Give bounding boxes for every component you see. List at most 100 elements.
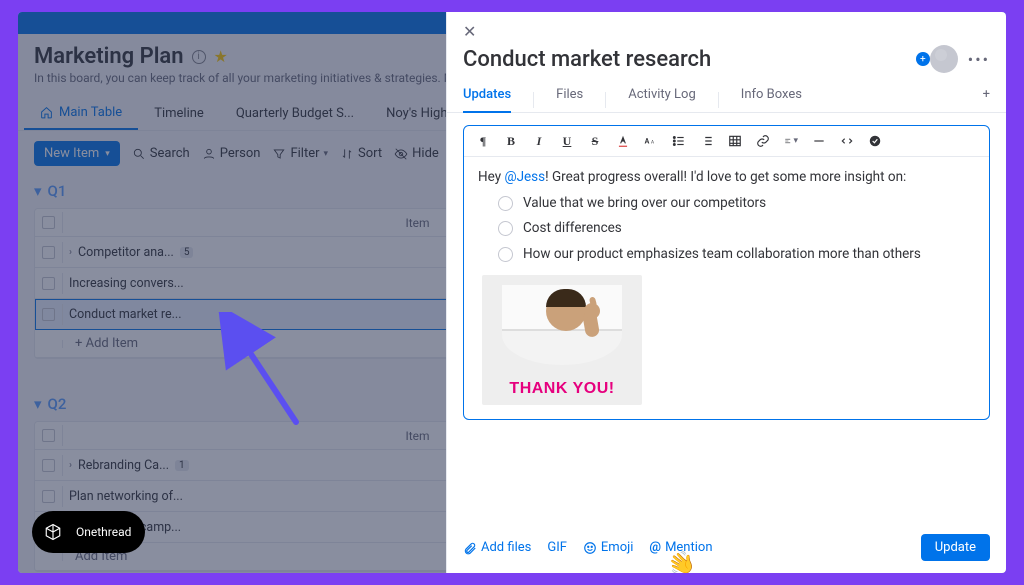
col-item[interactable]: Item: [405, 429, 429, 443]
sort-button[interactable]: Sort: [340, 146, 382, 161]
paragraph-icon[interactable]: ¶: [476, 134, 490, 148]
strike-icon[interactable]: S: [588, 134, 602, 148]
check-circle-icon[interactable]: [498, 247, 513, 262]
panel-tabs: Updates Files Activity Log Info Boxes +: [447, 73, 1006, 113]
close-icon[interactable]: ✕: [463, 22, 476, 41]
tab-files[interactable]: Files: [556, 87, 583, 112]
row-checkbox[interactable]: [42, 277, 55, 290]
tab-label-budget: Quarterly Budget S...: [236, 106, 354, 121]
tab-activity[interactable]: Activity Log: [628, 87, 696, 112]
group-q1-label: Q1: [48, 182, 67, 200]
item-name: Competitor ana...: [78, 245, 174, 260]
row-checkbox[interactable]: [42, 459, 55, 472]
checklist-item[interactable]: Cost differences: [498, 218, 975, 240]
item-name: Rebranding Ca...: [78, 458, 169, 473]
row-checkbox[interactable]: [42, 246, 55, 259]
row-checkbox[interactable]: [42, 308, 55, 321]
underline-icon[interactable]: U: [560, 134, 574, 148]
expand-icon[interactable]: ›: [69, 247, 72, 258]
tab-main-table[interactable]: Main Table: [24, 99, 138, 130]
checklist-item[interactable]: How our product emphasizes team collabor…: [498, 244, 975, 266]
filter-icon: [272, 147, 286, 161]
item-name: Increasing convers...: [69, 276, 184, 291]
svg-text:A: A: [651, 139, 654, 145]
col-item[interactable]: Item: [405, 216, 429, 230]
info-icon[interactable]: i: [192, 50, 206, 64]
hide-label: Hide: [412, 146, 439, 161]
check-circle-icon[interactable]: [498, 196, 513, 211]
person-icon: [202, 147, 216, 161]
align-icon[interactable]: ▾: [784, 134, 798, 148]
chevron-down-icon: ▾: [34, 395, 42, 413]
filter-label: Filter: [290, 146, 319, 161]
bullet-list-icon[interactable]: [672, 134, 686, 148]
text: ! Great progress overall! I'd love to ge…: [545, 169, 906, 185]
onethread-badge[interactable]: Onethread: [32, 511, 145, 553]
search-label: Search: [150, 146, 190, 161]
svg-text:A: A: [645, 137, 650, 145]
expand-icon[interactable]: ›: [69, 460, 72, 471]
divider-icon[interactable]: [812, 134, 826, 148]
tab-label-main: Main Table: [59, 105, 122, 120]
item-name: Plan networking of...: [69, 489, 183, 504]
row-checkbox[interactable]: [42, 490, 55, 503]
add-member-icon[interactable]: +: [916, 52, 930, 66]
link-icon[interactable]: [756, 134, 770, 148]
tab-label-timeline: Timeline: [154, 106, 204, 121]
checklist-item[interactable]: Value that we bring over our competitors: [498, 193, 975, 215]
text: Hey: [478, 169, 504, 185]
subitem-count: 5: [180, 247, 194, 258]
panel-title[interactable]: Conduct market research: [463, 47, 711, 72]
sort-label: Sort: [358, 146, 382, 161]
tab-timeline[interactable]: Timeline: [138, 100, 220, 129]
font-size-icon[interactable]: AA: [644, 134, 658, 148]
more-icon[interactable]: •••: [968, 50, 990, 69]
tab-budget[interactable]: Quarterly Budget S...: [220, 100, 370, 129]
update-editor[interactable]: ¶ B I U S AA ▾: [463, 125, 990, 420]
chevron-down-icon: ▾: [105, 149, 110, 159]
numbered-list-icon[interactable]: [700, 134, 714, 148]
board-title: Marketing Plan: [34, 44, 184, 69]
item-panel: ✕ Conduct market research + ••• Updates …: [446, 12, 1006, 573]
check-circle-icon[interactable]: [498, 221, 513, 236]
select-all-checkbox[interactable]: [42, 429, 55, 442]
cube-icon: [38, 517, 68, 547]
editor-toolbar: ¶ B I U S AA ▾: [464, 126, 989, 157]
person-filter-button[interactable]: Person: [202, 146, 261, 161]
group-q2-label: Q2: [48, 395, 67, 413]
gif-button[interactable]: GIF: [547, 540, 567, 555]
gif-attachment[interactable]: THANK YOU!: [482, 275, 642, 405]
add-files-button[interactable]: Add files: [463, 540, 531, 555]
tab-updates[interactable]: Updates: [463, 87, 511, 112]
avatar[interactable]: [930, 45, 958, 73]
panel-footer: Add files GIF Emoji @ Mention Update: [447, 526, 1006, 573]
person-label: Person: [220, 146, 261, 161]
filter-button[interactable]: Filter ▾: [272, 146, 328, 161]
editor-content[interactable]: Hey @Jess! Great progress overall! I'd l…: [464, 157, 989, 419]
italic-icon[interactable]: I: [532, 134, 546, 148]
bold-icon[interactable]: B: [504, 134, 518, 148]
chevron-down-icon: ▾: [34, 182, 42, 200]
new-item-button[interactable]: New Item ▾: [34, 141, 120, 166]
gif-caption: THANK YOU!: [482, 374, 642, 406]
checklist-icon[interactable]: [868, 134, 882, 148]
hide-button[interactable]: Hide: [394, 146, 439, 161]
chevron-down-icon: ▾: [324, 149, 329, 159]
home-icon: [40, 106, 53, 119]
new-item-label: New Item: [44, 146, 99, 161]
add-item-label: + Add Item: [63, 330, 150, 357]
emoji-button[interactable]: Emoji: [583, 540, 633, 555]
select-all-checkbox[interactable]: [42, 216, 55, 229]
add-tab-button[interactable]: +: [983, 87, 990, 112]
table-icon[interactable]: [728, 134, 742, 148]
text-color-icon[interactable]: [616, 134, 630, 148]
star-icon[interactable]: ★: [214, 47, 228, 66]
tab-info[interactable]: Info Boxes: [741, 87, 802, 112]
sort-icon: [340, 147, 354, 161]
item-name: Conduct market re...: [69, 307, 182, 322]
mention[interactable]: @Jess: [504, 169, 545, 185]
search-button[interactable]: Search: [132, 146, 190, 161]
update-button[interactable]: Update: [921, 534, 990, 561]
gif-image: [482, 275, 642, 373]
code-icon[interactable]: [840, 134, 854, 148]
